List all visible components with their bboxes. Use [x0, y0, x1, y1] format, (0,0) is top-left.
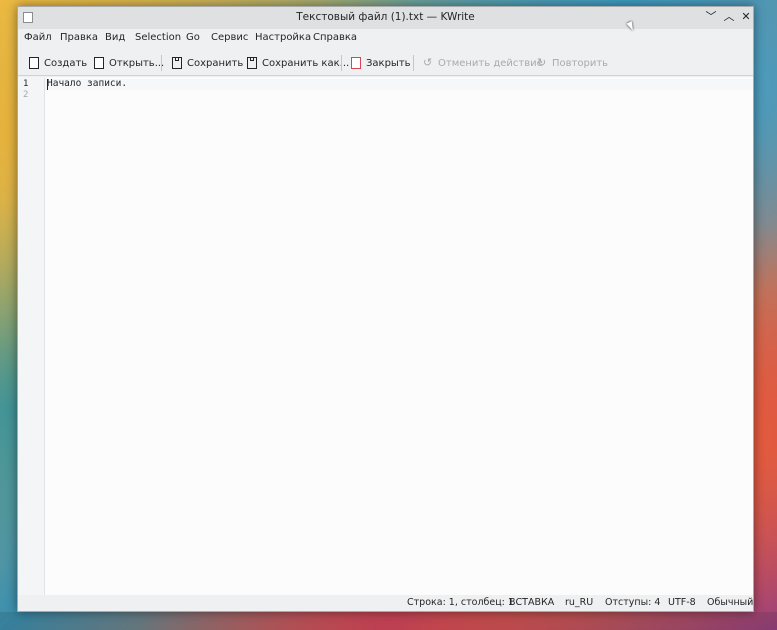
text-caret [47, 79, 48, 90]
menu-view[interactable]: Вид [105, 32, 125, 43]
encoding[interactable]: UTF-8 [668, 597, 696, 608]
text-line[interactable]: Начало записи. [47, 78, 127, 89]
open-document-icon [94, 57, 104, 69]
save-as-button-label: Сохранить как... [262, 57, 350, 69]
taskbar [0, 612, 777, 630]
main-toolbar: Создать Открыть... Сохранить Сохранить к… [18, 51, 753, 76]
save-button[interactable]: Сохранить [172, 54, 243, 72]
close-window-button[interactable]: ✕ [739, 10, 753, 24]
menu-file[interactable]: Файл [24, 32, 52, 43]
redo-button-label: Повторить [552, 57, 609, 69]
close-button-label: Закрыть [366, 57, 411, 69]
save-as-button[interactable]: Сохранить как... [247, 54, 349, 72]
save-button-label: Сохранить [187, 57, 244, 69]
text-editor-area[interactable]: 1 2 Начало записи. [18, 77, 753, 596]
dictionary-language[interactable]: ru_RU [565, 597, 593, 608]
input-mode[interactable]: ВСТАВКА [509, 597, 554, 608]
undo-button-label: Отменить действие [438, 57, 543, 69]
undo-icon: ↺ [423, 56, 433, 69]
open-button[interactable]: Открыть... [94, 54, 164, 72]
window-title: Текстовый файл (1).txt — KWrite [296, 11, 475, 23]
menu-edit[interactable]: Правка [60, 32, 98, 43]
menu-help[interactable]: Справка [313, 32, 357, 43]
kwrite-window: Текстовый файл (1).txt — KWrite ﹀ ︿ ✕ Фа… [17, 6, 754, 612]
toolbar-separator [161, 55, 162, 71]
status-bar: Строка: 1, столбец: 1 ВСТАВКА ru_RU Отст… [18, 595, 753, 611]
save-as-icon [247, 57, 257, 69]
new-button-label: Создать [44, 57, 88, 69]
save-icon [172, 57, 182, 69]
menu-selection[interactable]: Selection [135, 32, 181, 43]
title-bar[interactable]: Текстовый файл (1).txt — KWrite ﹀ ︿ ✕ [18, 7, 753, 29]
toolbar-separator [341, 55, 342, 71]
line-number-gutter[interactable]: 1 2 [18, 77, 45, 596]
menu-go[interactable]: Go [186, 32, 200, 43]
new-button[interactable]: Создать [29, 54, 87, 72]
menu-settings[interactable]: Настройка [255, 32, 311, 43]
close-document-button[interactable]: Закрыть [351, 54, 411, 72]
indentation-setting[interactable]: Отступы: 4 [605, 597, 660, 608]
menu-bar: Файл Правка Вид Selection Go Сервис Наст… [18, 29, 753, 49]
maximize-button[interactable]: ︿ [722, 10, 736, 24]
undo-button[interactable]: ↺ Отменить действие [423, 54, 543, 72]
line-number: 1 [23, 79, 29, 89]
close-document-icon [351, 57, 361, 69]
new-document-icon [29, 57, 39, 69]
line-number: 2 [23, 90, 29, 100]
cursor-position[interactable]: Строка: 1, столбец: 1 [407, 597, 514, 608]
highlighting-mode[interactable]: Обычный [707, 597, 753, 608]
minimize-button[interactable]: ﹀ [704, 10, 718, 24]
menu-tools[interactable]: Сервис [211, 32, 248, 43]
toolbar-separator [413, 55, 414, 71]
redo-button[interactable]: ↻ Повторить [537, 54, 608, 72]
open-button-label: Открыть... [109, 57, 165, 69]
redo-icon: ↻ [537, 56, 547, 69]
current-line-highlight [45, 79, 753, 90]
